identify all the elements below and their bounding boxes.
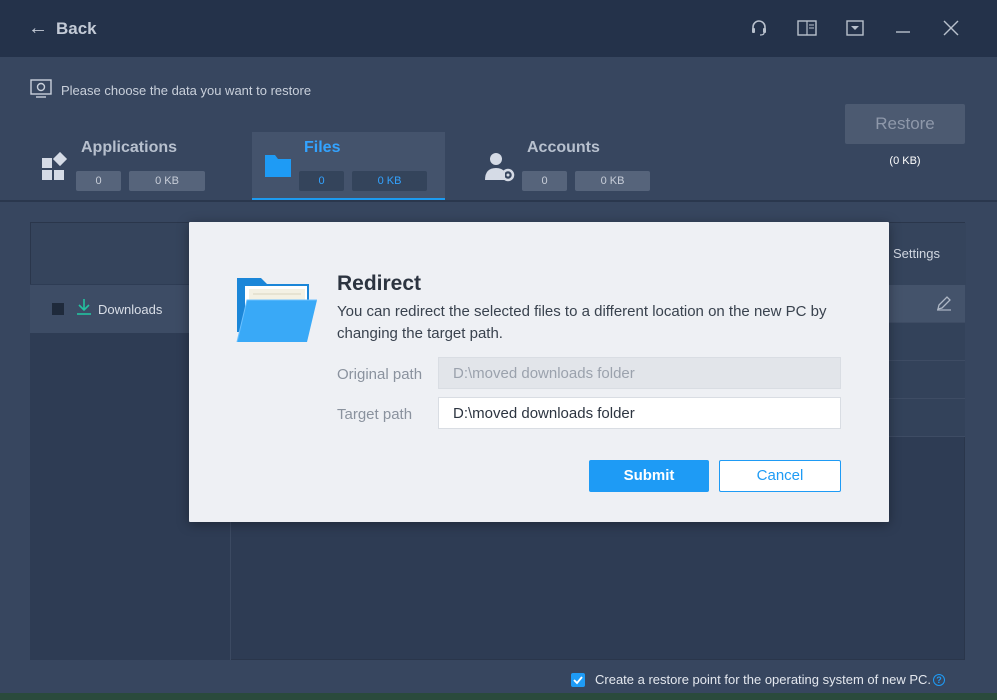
folder-item-downloads[interactable]: Downloads: [30, 285, 190, 333]
restore-size: (0 KB): [889, 155, 921, 167]
tab-applications-size: 0 KB: [129, 171, 205, 191]
folder-item-label: Downloads: [98, 301, 163, 317]
back-button[interactable]: ← Back: [28, 17, 97, 40]
tab-applications-label: Applications: [81, 139, 178, 156]
restore-point-checkbox[interactable]: [571, 672, 585, 687]
tab-files[interactable]: Files 0 0 KB: [252, 132, 445, 200]
settings-link[interactable]: Settings: [893, 246, 940, 261]
tab-accounts[interactable]: Accounts 0 0 KB: [475, 132, 665, 200]
dialog-description: You can redirect the selected files to a…: [337, 303, 827, 342]
cancel-button[interactable]: Cancel: [719, 460, 841, 492]
user-gear-icon: [483, 150, 517, 189]
restore-point-label: Create a restore point for the operating…: [595, 672, 932, 687]
help-icon[interactable]: ?: [933, 673, 946, 686]
folder-icon: [264, 152, 292, 183]
tab-accounts-label: Accounts: [527, 139, 600, 156]
table-row: [889, 361, 965, 399]
tab-files-size: 0 KB: [352, 171, 427, 191]
edit-pencil-icon[interactable]: [936, 295, 952, 316]
table-row: [889, 285, 965, 323]
back-label: Back: [56, 18, 97, 38]
headset-icon[interactable]: [735, 14, 783, 42]
apps-icon: [40, 151, 70, 187]
tab-divider: [0, 200, 997, 202]
tab-accounts-count: 0: [522, 171, 567, 191]
hint-text: Please choose the data you want to resto…: [61, 83, 312, 98]
original-path-label: Original path: [337, 366, 423, 383]
redirect-dialog: Redirect You can redirect the selected f…: [189, 222, 889, 522]
minimize-icon[interactable]: [879, 14, 927, 42]
restore-button[interactable]: Restore: [845, 104, 965, 144]
back-arrow-icon: ←: [28, 17, 48, 39]
download-icon: [76, 298, 92, 321]
target-path-label: Target path: [337, 406, 413, 423]
tab-files-count: 0: [299, 171, 344, 191]
title-bar: ← Back: [0, 0, 997, 57]
dialog-title: Redirect: [337, 272, 422, 295]
restore-point-option: Create a restore point for the operating…: [571, 672, 946, 687]
dropdown-box-icon[interactable]: [831, 14, 879, 42]
original-path-field: [438, 357, 841, 389]
close-icon[interactable]: [927, 14, 975, 42]
target-path-input[interactable]: [438, 397, 841, 429]
tab-applications[interactable]: Applications 0 0 KB: [30, 132, 220, 200]
submit-button[interactable]: Submit: [589, 460, 709, 492]
open-folder-icon: [235, 272, 317, 347]
tab-files-label: Files: [304, 139, 341, 156]
tab-applications-count: 0: [76, 171, 121, 191]
tab-accounts-size: 0 KB: [575, 171, 650, 191]
monitor-restore-icon: [30, 79, 52, 102]
desktop-strip: [0, 693, 997, 700]
folder-checkbox[interactable]: [52, 303, 64, 315]
table-row: [889, 399, 965, 437]
restore-hint: Please choose the data you want to resto…: [30, 79, 311, 102]
table-row: [889, 323, 965, 361]
book-icon[interactable]: [783, 14, 831, 42]
